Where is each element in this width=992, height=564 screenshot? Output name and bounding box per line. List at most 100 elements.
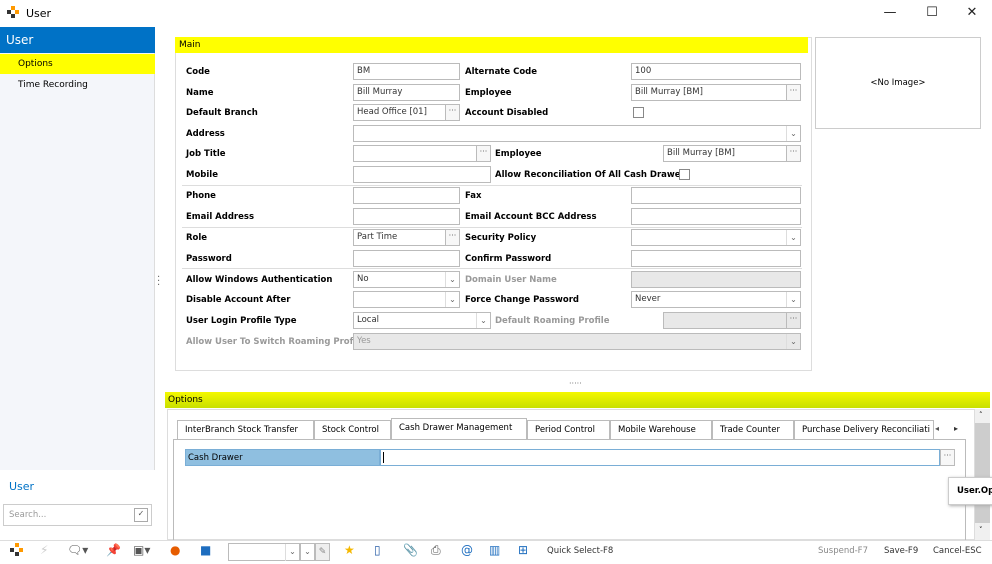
splitter-handle[interactable]: · · · <box>157 273 160 291</box>
hierarchy-icon[interactable]: ⊞ <box>518 543 528 557</box>
confirm_password-input[interactable] <box>631 250 801 267</box>
password-input[interactable] <box>353 250 460 267</box>
email-icon[interactable]: @ <box>461 543 473 557</box>
employee-lookup-button[interactable]: ··· <box>786 84 801 101</box>
account_disabled-label: Account Disabled <box>465 108 549 118</box>
chevron-down-icon[interactable]: ⌄ <box>445 292 459 307</box>
minimize-button[interactable]: — <box>870 2 910 24</box>
save-button[interactable]: Save-F9 <box>884 546 918 556</box>
default_branch-lookup-button[interactable]: ··· <box>445 104 460 121</box>
tab-4[interactable]: Mobile Warehouse <box>610 420 712 440</box>
phone-input[interactable] <box>353 187 460 204</box>
cancel-button[interactable]: Cancel-ESC <box>933 546 982 556</box>
allow_reconciliation-checkbox[interactable] <box>679 169 690 180</box>
user_login_profile_type-input[interactable]: Local ⌄ <box>353 312 491 329</box>
sidebar-item-options[interactable]: Options <box>0 54 155 74</box>
security_policy-input[interactable]: ⌄ <box>631 229 801 246</box>
name-input[interactable]: Bill Murray <box>353 84 460 101</box>
mobile-input[interactable] <box>353 166 491 183</box>
wrench-icon[interactable]: ✎ <box>315 543 330 561</box>
employee2-input[interactable]: Bill Murray [BM] <box>663 145 787 162</box>
email-label: Email Address <box>186 212 255 222</box>
default_roaming_profile-label: Default Roaming Profile <box>495 316 610 326</box>
tab-2[interactable]: Cash Drawer Management <box>391 418 527 440</box>
allow_windows_auth-input[interactable]: No ⌄ <box>353 271 460 288</box>
chevron-down-icon[interactable]: ⌄ <box>786 126 800 141</box>
star-icon[interactable]: ★ <box>344 543 355 557</box>
sidebar-search[interactable]: Search... ✓ <box>3 504 152 526</box>
tab-6[interactable]: Purchase Delivery Reconciliati <box>794 420 934 440</box>
document-flag-icon[interactable]: ■ <box>200 543 211 557</box>
scrollbar-thumb[interactable] <box>975 423 990 523</box>
chevron-down-icon[interactable]: ⌄ <box>786 292 800 307</box>
tab-1[interactable]: Stock Control <box>314 420 391 440</box>
comment-icon[interactable]: 🗨▾ <box>67 543 88 557</box>
user-badge-icon[interactable]: ● <box>170 543 180 557</box>
lightning-icon[interactable]: ⚡ <box>40 543 48 557</box>
chevron-down-icon[interactable]: ⌄ <box>445 272 459 287</box>
scroll-down-icon[interactable]: ˅ <box>979 526 983 534</box>
chevron-down-icon[interactable]: ⌄ <box>786 334 800 349</box>
chevron-down-icon[interactable]: ⌄ <box>786 230 800 245</box>
address-input[interactable]: ⌄ <box>353 125 801 142</box>
scrollbar[interactable]: ˄ ˅ <box>975 409 990 540</box>
layout-icon[interactable]: ▣▾ <box>133 543 150 557</box>
tab-0[interactable]: InterBranch Stock Transfer <box>177 420 314 440</box>
columns-icon[interactable]: ▥ <box>489 543 500 557</box>
employee2-value: Bill Murray [BM] <box>667 148 735 158</box>
user_login_profile_type-label: User Login Profile Type <box>186 316 297 326</box>
alternate_code-label: Alternate Code <box>465 67 538 77</box>
force_change_password-label: Force Change Password <box>465 295 579 305</box>
job_title-input[interactable] <box>353 145 477 162</box>
quick-select-button[interactable]: Quick Select-F8 <box>547 546 613 556</box>
printer-icon[interactable]: ⎙ <box>431 543 441 558</box>
splitter-handle[interactable]: ····· <box>569 379 582 388</box>
search-input[interactable]: Search... <box>9 510 46 520</box>
code-label: Code <box>186 67 210 77</box>
maximize-button[interactable]: ☐ <box>912 2 952 24</box>
toolbar-combo[interactable]: ⌄ <box>228 543 300 561</box>
fax-input[interactable] <box>631 187 801 204</box>
name-label: Name <box>186 88 214 98</box>
default_roaming_profile-lookup-button: ··· <box>786 312 801 329</box>
default_branch-value: Head Office [01] <box>357 107 427 117</box>
app-logo-icon <box>7 6 19 18</box>
chevron-down-icon[interactable]: ✓ <box>134 508 148 522</box>
allow_switch_roaming-input: Yes ⌄ <box>353 333 801 350</box>
suspend-button[interactable]: Suspend-F7 <box>818 546 868 556</box>
app-logo-icon[interactable] <box>10 543 23 559</box>
paperclip-icon[interactable]: 📎 <box>403 543 418 557</box>
pin-icon[interactable]: 📌 <box>106 543 121 557</box>
employee2-lookup-button[interactable]: ··· <box>786 145 801 162</box>
job_title-lookup-button[interactable]: ··· <box>476 145 491 162</box>
clipboard-icon[interactable]: ▯ <box>374 543 381 557</box>
default_branch-input[interactable]: Head Office [01] <box>353 104 446 121</box>
image-box[interactable]: <No Image> <box>815 37 981 129</box>
tab-5[interactable]: Trade Counter <box>712 420 794 440</box>
force_change_password-input[interactable]: Never ⌄ <box>631 291 801 308</box>
code-input[interactable]: BM <box>353 63 460 80</box>
chevron-down-icon[interactable]: ⌄ <box>285 544 299 561</box>
tab-scroll-right-icon[interactable]: ▸ <box>954 424 958 433</box>
combo-dropdown-button[interactable]: ⌄ <box>300 543 315 561</box>
chevron-down-icon[interactable]: ⌄ <box>476 313 490 328</box>
close-button[interactable]: ✕ <box>952 2 992 24</box>
scroll-up-icon[interactable]: ˄ <box>979 411 983 419</box>
role-input[interactable]: Part Time <box>353 229 446 246</box>
cash-drawer-lookup-button[interactable]: ··· <box>940 449 955 466</box>
employee-input[interactable]: Bill Murray [BM] <box>631 84 787 101</box>
fax-label: Fax <box>465 191 482 201</box>
tab-scroll-left-icon[interactable]: ◂ <box>935 424 939 433</box>
alternate_code-input[interactable]: 100 <box>631 63 801 80</box>
tab-3[interactable]: Period Control <box>527 420 610 440</box>
force_change_password-value: Never <box>635 294 661 304</box>
role-lookup-button[interactable]: ··· <box>445 229 460 246</box>
account_disabled-checkbox[interactable] <box>633 107 644 118</box>
sidebar-item-time-recording[interactable]: Time Recording <box>0 75 155 95</box>
email_bcc-input[interactable] <box>631 208 801 225</box>
domain_user_name-input <box>631 271 801 288</box>
cash-drawer-input[interactable] <box>380 449 940 466</box>
disable_account_after-input[interactable]: ⌄ <box>353 291 460 308</box>
email-input[interactable] <box>353 208 460 225</box>
sidebar: User Options Time Recording User Search.… <box>0 27 155 540</box>
